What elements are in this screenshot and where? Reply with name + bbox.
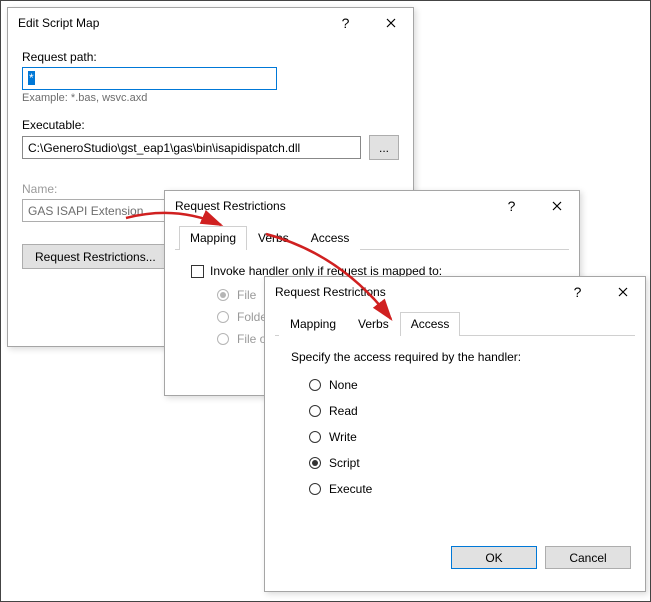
close-icon [386, 18, 396, 28]
radio-icon [309, 431, 321, 443]
radio-read[interactable]: Read [309, 404, 619, 418]
help-button[interactable]: ? [489, 191, 534, 221]
close-button[interactable] [600, 277, 645, 307]
request-restrictions-button[interactable]: Request Restrictions... [22, 244, 169, 269]
browse-button[interactable]: ... [369, 135, 399, 160]
executable-input[interactable] [22, 136, 361, 159]
tab-mapping[interactable]: Mapping [279, 312, 347, 336]
help-button[interactable]: ? [323, 8, 368, 38]
radio-icon [217, 333, 229, 345]
help-button[interactable]: ? [555, 277, 600, 307]
request-path-label: Request path: [22, 50, 399, 64]
close-icon [552, 201, 562, 211]
tabstrip: Mapping Verbs Access [275, 311, 635, 336]
cancel-button[interactable]: Cancel [545, 546, 631, 569]
radio-label: File [237, 288, 256, 302]
radio-execute[interactable]: Execute [309, 482, 619, 496]
dialog-title: Request Restrictions [275, 285, 555, 299]
tab-access[interactable]: Access [300, 226, 361, 250]
titlebar: Edit Script Map ? [8, 8, 413, 38]
radio-icon [217, 311, 229, 323]
close-button[interactable] [368, 8, 413, 38]
tab-verbs[interactable]: Verbs [347, 312, 400, 336]
titlebar: Request Restrictions ? [265, 277, 645, 307]
radio-label: Script [329, 456, 360, 470]
request-path-selection: * [28, 71, 35, 85]
request-path-input[interactable]: * [22, 67, 277, 90]
radio-icon [309, 405, 321, 417]
tab-verbs[interactable]: Verbs [247, 226, 300, 250]
tab-access[interactable]: Access [400, 312, 461, 336]
executable-label: Executable: [22, 118, 399, 132]
radio-icon [309, 483, 321, 495]
radio-icon [309, 379, 321, 391]
invoke-checkbox[interactable] [191, 265, 204, 278]
tab-body: Specify the access required by the handl… [275, 336, 635, 536]
radio-label: Write [329, 430, 357, 444]
radio-script[interactable]: Script [309, 456, 619, 470]
request-restrictions-access-dialog: Request Restrictions ? Mapping Verbs Acc… [264, 276, 646, 592]
titlebar: Request Restrictions ? [165, 191, 579, 221]
close-icon [618, 287, 628, 297]
access-spec-label: Specify the access required by the handl… [291, 350, 619, 364]
close-button[interactable] [534, 191, 579, 221]
radio-label: Execute [329, 482, 372, 496]
button-bar: OK Cancel [265, 536, 645, 583]
radio-label: Read [329, 404, 358, 418]
tab-mapping[interactable]: Mapping [179, 226, 247, 250]
radio-label: None [329, 378, 358, 392]
dialog-title: Edit Script Map [18, 16, 323, 30]
radio-none[interactable]: None [309, 378, 619, 392]
request-path-example: Example: *.bas, wsvc.axd [22, 92, 399, 104]
radio-write[interactable]: Write [309, 430, 619, 444]
ok-button[interactable]: OK [451, 546, 537, 569]
dialog-title: Request Restrictions [175, 199, 489, 213]
tabstrip: Mapping Verbs Access [175, 225, 569, 250]
radio-icon [217, 289, 229, 301]
radio-icon [309, 457, 321, 469]
